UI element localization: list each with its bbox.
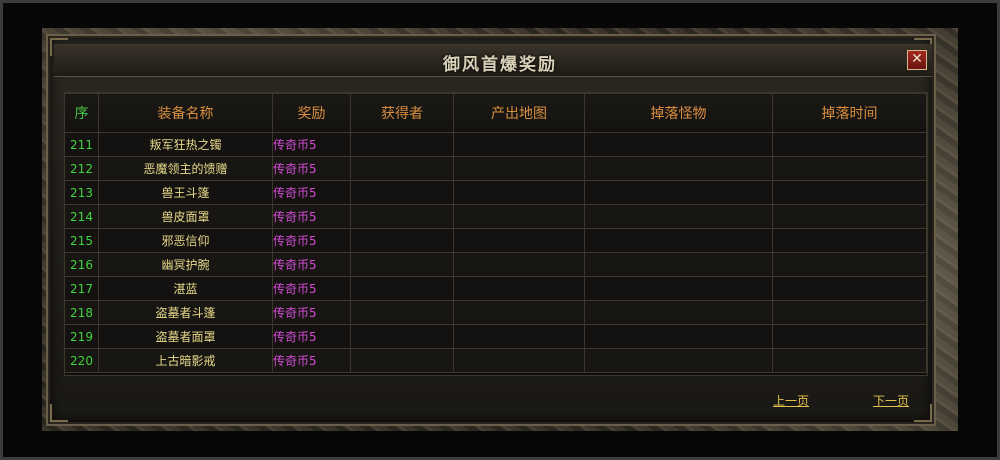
table-row: 214 兽皮面罩 传奇币5 xyxy=(64,204,927,229)
row-index-cell: 216 xyxy=(64,252,99,277)
item-name-cell: 恶魔领主的馈赠 xyxy=(98,156,273,181)
monster-cell xyxy=(584,132,773,157)
map-cell xyxy=(453,204,585,229)
map-cell xyxy=(453,252,585,277)
table-header-row: 序 装备名称 奖励 获得者 产出地图 掉落怪物 掉落时间 xyxy=(64,93,927,133)
time-cell xyxy=(772,132,927,157)
reward-cell: 传奇币5 xyxy=(272,348,351,373)
winner-cell xyxy=(350,228,454,253)
map-cell xyxy=(453,156,585,181)
table-row: 216 幽冥护腕 传奇币5 xyxy=(64,252,927,277)
winner-cell xyxy=(350,204,454,229)
time-cell xyxy=(772,300,927,325)
row-index-cell: 214 xyxy=(64,204,99,229)
corner-ornament-bottom-right xyxy=(914,404,932,422)
row-index-cell: 218 xyxy=(64,300,99,325)
table-row: 220 上古暗影戒 传奇币5 xyxy=(64,348,927,373)
time-cell xyxy=(772,348,927,373)
monster-cell xyxy=(584,300,773,325)
map-cell xyxy=(453,324,585,349)
first-drop-table: 序 装备名称 奖励 获得者 产出地图 掉落怪物 掉落时间 211 叛军狂热之镯 传奇… xyxy=(64,93,927,373)
map-cell xyxy=(453,300,585,325)
item-name-cell: 盗墓者斗篷 xyxy=(98,300,273,325)
row-index-cell: 215 xyxy=(64,228,99,253)
monster-cell xyxy=(584,324,773,349)
close-button[interactable]: ✕ xyxy=(907,50,927,70)
reward-cell: 传奇币5 xyxy=(272,252,351,277)
monster-cell xyxy=(584,348,773,373)
column-header-index: 序 xyxy=(64,93,99,133)
column-header-monster: 掉落怪物 xyxy=(584,93,773,133)
column-header-item-name: 装备名称 xyxy=(98,93,273,133)
table-row: 215 邪恶信仰 传奇币5 xyxy=(64,228,927,253)
winner-cell xyxy=(350,252,454,277)
winner-cell xyxy=(350,324,454,349)
map-cell xyxy=(453,180,585,205)
time-cell xyxy=(772,228,927,253)
item-name-cell: 幽冥护腕 xyxy=(98,252,273,277)
next-page-link[interactable]: 下一页 xyxy=(873,392,909,409)
winner-cell xyxy=(350,348,454,373)
item-name-cell: 兽王斗篷 xyxy=(98,180,273,205)
column-header-winner: 获得者 xyxy=(350,93,454,133)
dialog-title: 御风首爆奖励 xyxy=(443,55,557,75)
winner-cell xyxy=(350,276,454,301)
prev-page-link[interactable]: 上一页 xyxy=(773,392,809,409)
time-cell xyxy=(772,324,927,349)
time-cell xyxy=(772,276,927,301)
reward-cell: 传奇币5 xyxy=(272,204,351,229)
table-row: 212 恶魔领主的馈赠 传奇币5 xyxy=(64,156,927,181)
close-icon: ✕ xyxy=(911,51,923,67)
reward-cell: 传奇币5 xyxy=(272,324,351,349)
map-cell xyxy=(453,276,585,301)
winner-cell xyxy=(350,180,454,205)
table-row: 213 兽王斗篷 传奇币5 xyxy=(64,180,927,205)
time-cell xyxy=(772,156,927,181)
reward-cell: 传奇币5 xyxy=(272,276,351,301)
row-index-cell: 213 xyxy=(64,180,99,205)
item-name-cell: 上古暗影戒 xyxy=(98,348,273,373)
map-cell xyxy=(453,228,585,253)
column-header-time: 掉落时间 xyxy=(772,93,927,133)
row-index-cell: 220 xyxy=(64,348,99,373)
row-index-cell: 217 xyxy=(64,276,99,301)
column-header-map: 产出地图 xyxy=(453,93,585,133)
reward-cell: 传奇币5 xyxy=(272,180,351,205)
table-row: 218 盗墓者斗篷 传奇币5 xyxy=(64,300,927,325)
table-row: 211 叛军狂热之镯 传奇币5 xyxy=(64,132,927,157)
item-name-cell: 邪恶信仰 xyxy=(98,228,273,253)
column-header-reward: 奖励 xyxy=(272,93,351,133)
row-index-cell: 212 xyxy=(64,156,99,181)
map-cell xyxy=(453,348,585,373)
monster-cell xyxy=(584,204,773,229)
row-index-cell: 219 xyxy=(64,324,99,349)
monster-cell xyxy=(584,252,773,277)
item-name-cell: 兽皮面罩 xyxy=(98,204,273,229)
winner-cell xyxy=(350,300,454,325)
reward-cell: 传奇币5 xyxy=(272,156,351,181)
winner-cell xyxy=(350,132,454,157)
winner-cell xyxy=(350,156,454,181)
item-name-cell: 湛蓝 xyxy=(98,276,273,301)
reward-cell: 传奇币5 xyxy=(272,132,351,157)
item-name-cell: 盗墓者面罩 xyxy=(98,324,273,349)
time-cell xyxy=(772,180,927,205)
monster-cell xyxy=(584,276,773,301)
item-name-cell: 叛军狂热之镯 xyxy=(98,132,273,157)
table-row: 219 盗墓者面罩 传奇币5 xyxy=(64,324,927,349)
monster-cell xyxy=(584,228,773,253)
row-index-cell: 211 xyxy=(64,132,99,157)
time-cell xyxy=(772,252,927,277)
reward-cell: 传奇币5 xyxy=(272,300,351,325)
monster-cell xyxy=(584,180,773,205)
reward-cell: 传奇币5 xyxy=(272,228,351,253)
corner-ornament-bottom-left xyxy=(50,404,68,422)
map-cell xyxy=(453,132,585,157)
time-cell xyxy=(772,204,927,229)
table-row: 217 湛蓝 传奇币5 xyxy=(64,276,927,301)
monster-cell xyxy=(584,156,773,181)
